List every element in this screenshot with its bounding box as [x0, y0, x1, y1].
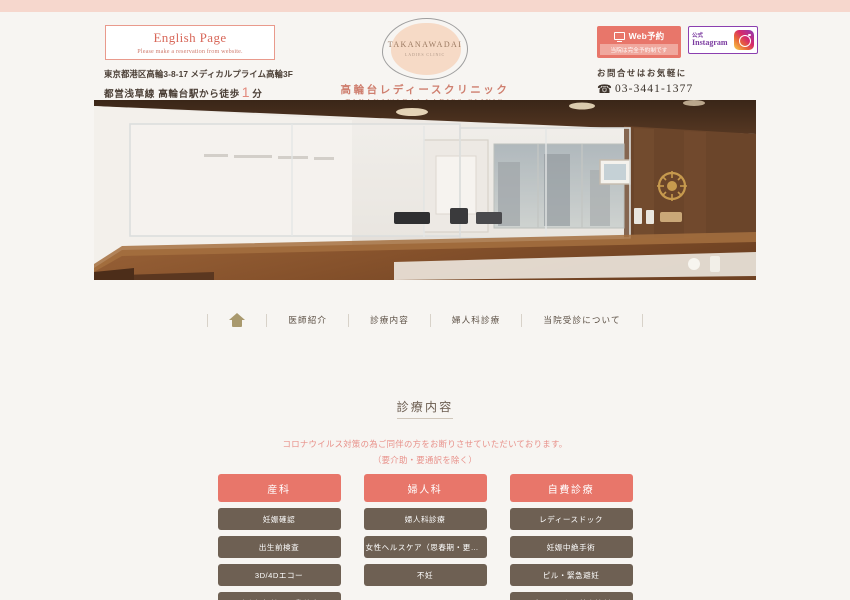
nav-item-visiting-info[interactable]: 当院受診について — [523, 310, 640, 330]
instagram-label-name: Instagram — [692, 37, 728, 47]
logo-fill-shape — [391, 23, 461, 75]
top-accent-bar — [0, 0, 850, 12]
service-item[interactable]: レディースドック — [509, 508, 633, 530]
column-heading-obstetrics[interactable]: 産科 — [217, 474, 341, 502]
clinic-logo-mark: TAKANAWADAI LADIES CLINIC — [382, 18, 468, 80]
nav-divider — [429, 313, 431, 327]
main-navigation: 医師紹介 診療内容 婦人科診療 当院受診について — [0, 300, 850, 340]
home-icon — [229, 313, 246, 327]
service-columns: 産科 妊娠確認 出生前検査 3D/4Dエコー 助産師相談・母乳外来 婦人科 婦人… — [0, 474, 850, 600]
service-item[interactable]: 妊娠中絶手術 — [509, 536, 633, 558]
page-title-text: 診療内容 — [396, 400, 454, 419]
instagram-text-block: 公式 Instagram — [692, 33, 728, 48]
hero-illustration — [94, 100, 756, 280]
nav-item-services[interactable]: 診療内容 — [350, 310, 429, 330]
web-reservation-top-row: Web予約 — [600, 30, 678, 42]
covid-notice-line1: コロナウイルス対策の為ご同伴の方をお断りさせていただいております。 — [282, 439, 568, 449]
contact-invite-text: お問合せはお気軽に — [597, 68, 687, 78]
nav-divider — [641, 313, 643, 327]
header-right-block: Web予約 当院は完全予約制です 公式 Instagram お問合せはお気軽に … — [597, 26, 758, 95]
monitor-icon — [613, 32, 625, 42]
instagram-button[interactable]: 公式 Instagram — [688, 26, 758, 54]
nav-item-gynecology[interactable]: 婦人科診療 — [432, 310, 520, 330]
page-title: 診療内容 — [0, 398, 850, 419]
service-item[interactable]: 不妊 — [363, 564, 487, 586]
header-action-buttons: Web予約 当院は完全予約制です 公式 Instagram — [597, 26, 758, 58]
nav-item-doctor-intro[interactable]: 医師紹介 — [268, 310, 347, 330]
logo-mark-text: TAKANAWADAI — [387, 40, 463, 49]
instagram-icon — [734, 30, 754, 50]
service-item[interactable]: 女性ヘルスケア（思春期・更年期） — [363, 536, 487, 558]
nav-divider — [521, 313, 523, 327]
service-item[interactable]: 助産師相談・母乳外来 — [217, 592, 341, 600]
service-column-self-pay: 自費診療 レディースドック 妊娠中絶手術 ピル・緊急避妊 プラセンタ・美容注射 … — [509, 474, 633, 600]
nav-divider — [207, 313, 209, 327]
service-item[interactable]: 3D/4Dエコー — [217, 564, 341, 586]
covid-notice: コロナウイルス対策の為ご同伴の方をお断りさせていただいております。 （要介助・要… — [0, 438, 850, 466]
service-item[interactable]: プラセンタ・美容注射 — [509, 592, 633, 600]
web-reservation-label: Web予約 — [628, 31, 665, 41]
covid-notice-line2: （要介助・要通訳を除く） — [372, 455, 478, 465]
service-item[interactable]: 婦人科診療 — [363, 508, 487, 530]
column-heading-self-pay[interactable]: 自費診療 — [509, 474, 633, 502]
phone-number: 03-3441-1377 — [614, 83, 694, 95]
logo-mark-subtext: LADIES CLINIC — [404, 52, 446, 57]
nav-item-home[interactable] — [209, 310, 265, 330]
nav-divider — [348, 313, 350, 327]
service-item[interactable]: 出生前検査 — [217, 536, 341, 558]
web-reservation-sublabel: 当院は完全予約制です — [600, 44, 678, 55]
service-item[interactable]: ピル・緊急避妊 — [509, 564, 633, 586]
hero-image-clinic-reception — [94, 100, 756, 280]
column-heading-gynecology[interactable]: 婦人科 — [363, 474, 487, 502]
page-root: English Page Please make a reservation f… — [0, 0, 850, 600]
site-header: English Page Please make a reservation f… — [0, 12, 850, 106]
service-item[interactable]: 妊娠確認 — [217, 508, 341, 530]
phone-number-row[interactable]: ☎ 03-3441-1377 — [597, 83, 758, 95]
nav-divider — [266, 313, 268, 327]
nav-items-container: 医師紹介 診療内容 婦人科診療 当院受診について — [206, 310, 643, 330]
service-column-obstetrics: 産科 妊娠確認 出生前検査 3D/4Dエコー 助産師相談・母乳外来 — [217, 474, 341, 600]
web-reservation-button[interactable]: Web予約 当院は完全予約制です — [597, 26, 681, 58]
telephone-icon: ☎ — [597, 82, 612, 96]
service-column-gynecology: 婦人科 婦人科診療 女性ヘルスケア（思春期・更年期） 不妊 — [363, 474, 487, 600]
